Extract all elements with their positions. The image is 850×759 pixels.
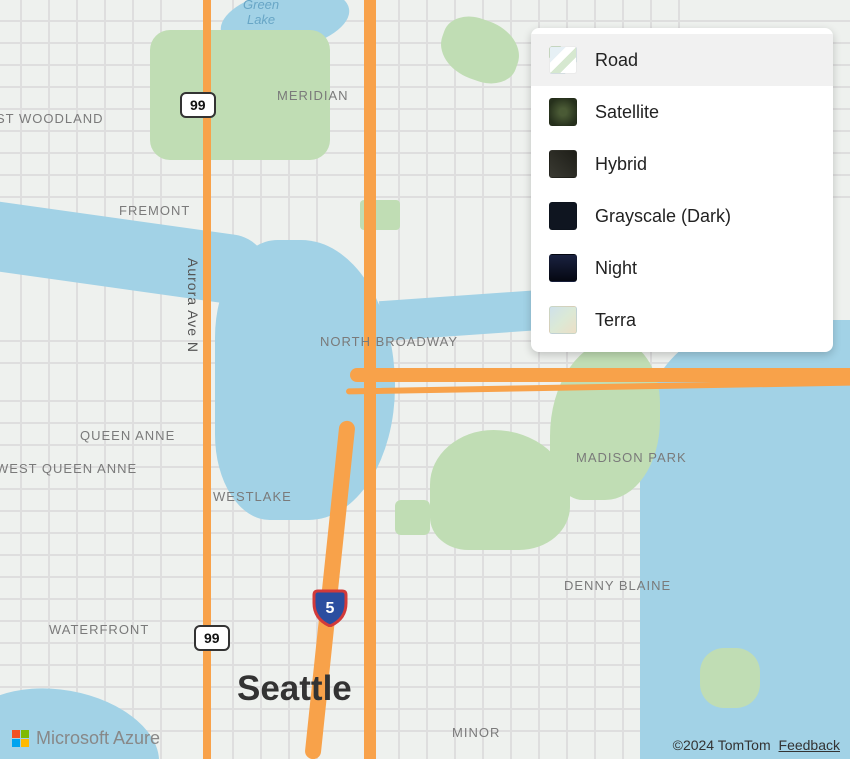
label-westlake: WESTLAKE <box>213 489 292 504</box>
satellite-swatch-icon <box>549 98 577 126</box>
label-north-broadway: NORTH BROADWAY <box>320 334 458 349</box>
style-option-hybrid[interactable]: Hybrid <box>531 138 833 190</box>
style-option-terra[interactable]: Terra <box>531 294 833 346</box>
night-swatch-icon <box>549 254 577 282</box>
route-shield-i5: 5 <box>312 589 348 627</box>
highway-520 <box>350 368 850 382</box>
label-denny-blaine: DENNY BLAINE <box>564 578 671 593</box>
label-west-queen-anne: WEST QUEEN ANNE <box>0 461 137 476</box>
style-option-road[interactable]: Road <box>531 34 833 86</box>
route-shield-99: 99 <box>180 92 216 118</box>
label-aurora-ave: Aurora Ave N <box>185 258 201 353</box>
map-canvas[interactable]: 99 99 5 Green Lake MERIDIAN ST WOODLAND … <box>0 0 850 759</box>
label-woodland: ST WOODLAND <box>0 111 104 126</box>
label-fremont: FREMONT <box>119 203 190 218</box>
park-small-3 <box>700 648 760 708</box>
style-option-label: Hybrid <box>595 154 647 175</box>
label-waterfront: WATERFRONT <box>49 622 149 637</box>
park-small-1 <box>395 500 430 535</box>
label-seattle: Seattle <box>237 669 352 709</box>
feedback-link[interactable]: Feedback <box>779 737 840 753</box>
label-queen-anne: QUEEN ANNE <box>80 428 175 443</box>
label-minor: MINOR <box>452 725 500 740</box>
road-swatch-icon <box>549 46 577 74</box>
style-option-label: Road <box>595 50 638 71</box>
copyright-attribution: ©2024 TomTom Feedback <box>673 737 840 753</box>
style-option-night[interactable]: Night <box>531 242 833 294</box>
style-option-label: Satellite <box>595 102 659 123</box>
brand-attribution: Microsoft Azure <box>12 728 160 749</box>
label-meridian: MERIDIAN <box>277 88 349 103</box>
label-green-lake: Green Lake <box>243 0 279 27</box>
style-option-satellite[interactable]: Satellite <box>531 86 833 138</box>
microsoft-logo-icon <box>12 730 30 748</box>
style-option-label: Terra <box>595 310 636 331</box>
route-shield-99: 99 <box>194 625 230 651</box>
brand-text: Microsoft Azure <box>36 728 160 749</box>
terra-swatch-icon <box>549 306 577 334</box>
style-option-label: Grayscale (Dark) <box>595 206 731 227</box>
style-picker-panel: Road Satellite Hybrid Grayscale (Dark) N… <box>531 28 833 352</box>
hybrid-swatch-icon <box>549 150 577 178</box>
grayscale-swatch-icon <box>549 202 577 230</box>
label-madison-park: MADISON PARK <box>576 450 687 465</box>
route-shield-i5-text: 5 <box>326 600 335 618</box>
style-option-grayscale-dark[interactable]: Grayscale (Dark) <box>531 190 833 242</box>
style-option-label: Night <box>595 258 637 279</box>
copyright-text: ©2024 TomTom <box>673 737 771 753</box>
